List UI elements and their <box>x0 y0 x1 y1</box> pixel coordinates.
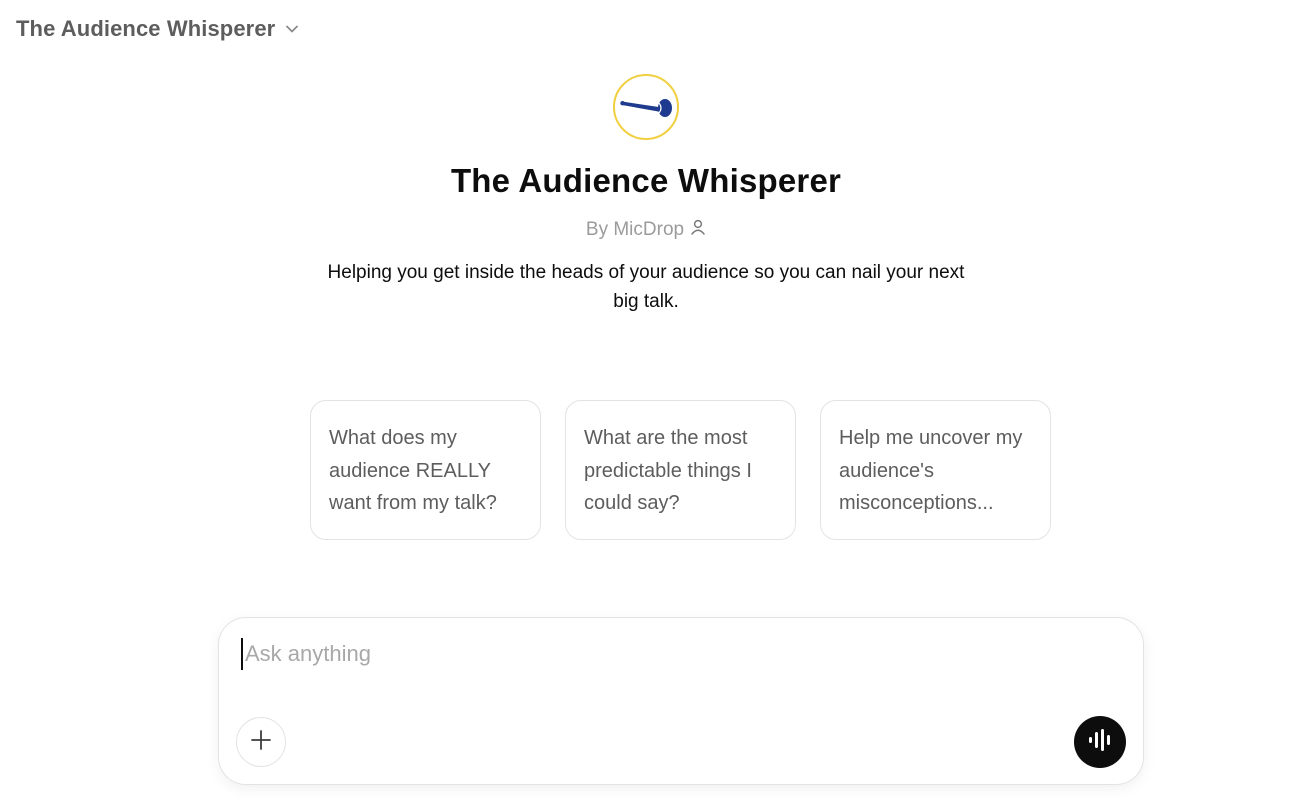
model-selector-title: The Audience Whisperer <box>16 16 276 41</box>
chevron-down-icon <box>283 20 301 38</box>
gpt-description: Helping you get inside the heads of your… <box>327 262 965 312</box>
gpt-hero: The Audience Whisperer By MicDrop Helpin… <box>0 74 1292 316</box>
composer <box>218 617 1144 785</box>
app-root: The Audience Whisperer The Audience Whis… <box>0 0 1292 800</box>
gpt-title: The Audience Whisperer <box>450 162 842 199</box>
author-row[interactable]: By MicDrop <box>586 218 706 242</box>
prompt-input[interactable] <box>241 638 1105 670</box>
conversation-starters: What does my audience REALLY want from m… <box>310 400 1051 540</box>
starter-card-3[interactable]: Help me uncover my audience's misconcept… <box>820 400 1051 540</box>
user-icon <box>690 218 706 242</box>
attach-button[interactable] <box>236 717 286 767</box>
voice-mode-button[interactable] <box>1074 716 1126 768</box>
starter-card-2[interactable]: What are the most predictable things I c… <box>565 400 796 540</box>
voice-waveform-icon <box>1087 728 1113 757</box>
gpt-avatar <box>613 74 679 140</box>
author-name: By MicDrop <box>585 219 685 240</box>
starter-card-1[interactable]: What does my audience REALLY want from m… <box>310 400 541 540</box>
microphone-icon <box>616 85 676 130</box>
plus-icon <box>250 729 272 756</box>
model-selector[interactable]: The Audience Whisperer <box>16 12 301 46</box>
